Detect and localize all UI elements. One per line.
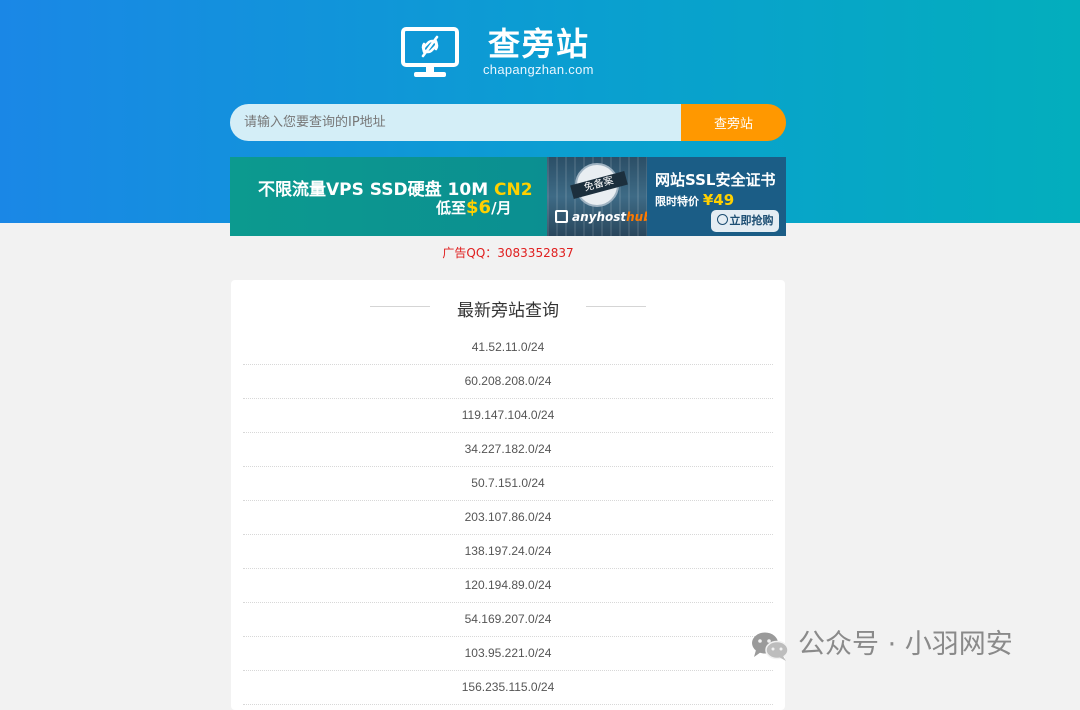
ip-search-input[interactable] xyxy=(230,104,681,141)
vps-ad-price: 低至$6/月 xyxy=(436,197,512,218)
wechat-icon xyxy=(752,632,789,661)
latest-queries-panel: 最新旁站查询 41.52.11.0/24 60.208.208.0/24 119… xyxy=(231,280,785,710)
watermark-text: 公众号 · 小羽网安 xyxy=(798,629,1013,660)
buy-now-button[interactable]: 立即抢购 xyxy=(711,210,779,232)
search-bar: 查旁站 xyxy=(230,104,786,141)
server-rack-image: 免备案 anyhosthub xyxy=(547,157,652,236)
ad-contact-qq: 广告QQ：3083352837 xyxy=(442,246,574,260)
ip-range-link[interactable]: 203.107.86.0/24 xyxy=(243,501,773,535)
ip-range-list: 41.52.11.0/24 60.208.208.0/24 119.147.10… xyxy=(243,331,773,705)
monitor-link-icon xyxy=(401,27,459,77)
panel-title: 最新旁站查询 xyxy=(457,301,559,321)
ip-range-link[interactable]: 41.52.11.0/24 xyxy=(243,331,773,365)
site-logo[interactable]: 查旁站 chapangzhan.com xyxy=(400,24,630,84)
ad-banner[interactable]: 不限流量VPS SSD硬盘 10M CN2 低至$6/月 免备案 anyhost… xyxy=(230,157,786,236)
title-divider-right xyxy=(586,306,646,307)
ip-range-link[interactable]: 60.208.208.0/24 xyxy=(243,365,773,399)
cube-icon xyxy=(555,210,568,223)
ip-range-link[interactable]: 120.194.89.0/24 xyxy=(243,569,773,603)
no-filing-seal: 免备案 xyxy=(570,163,628,207)
ip-range-link[interactable]: 138.197.24.0/24 xyxy=(243,535,773,569)
wechat-watermark: 公众号 · 小羽网安 xyxy=(750,625,1050,665)
ssl-ad-price: 限时特价 ¥49 xyxy=(655,191,735,209)
ip-range-link[interactable]: 156.235.115.0/24 xyxy=(243,671,773,705)
ssl-ad-section: 网站SSL安全证书 限时特价 ¥49 立即抢购 xyxy=(647,157,786,236)
search-button[interactable]: 查旁站 xyxy=(681,104,786,141)
site-domain: chapangzhan.com xyxy=(483,62,594,77)
vps-ad-section: 不限流量VPS SSD硬盘 10M CN2 低至$6/月 xyxy=(230,157,547,236)
site-title: 查旁站 xyxy=(488,25,591,63)
ip-range-link[interactable]: 50.7.151.0/24 xyxy=(243,467,773,501)
ssl-ad-title: 网站SSL安全证书 xyxy=(655,171,776,189)
ip-range-link[interactable]: 103.95.221.0/24 xyxy=(243,637,773,671)
anyhosthub-brand: anyhosthub xyxy=(555,210,652,224)
ip-range-link[interactable]: 54.169.207.0/24 xyxy=(243,603,773,637)
ip-range-link[interactable]: 119.147.104.0/24 xyxy=(243,399,773,433)
clock-icon xyxy=(716,214,728,225)
ip-range-link[interactable]: 34.227.182.0/24 xyxy=(243,433,773,467)
